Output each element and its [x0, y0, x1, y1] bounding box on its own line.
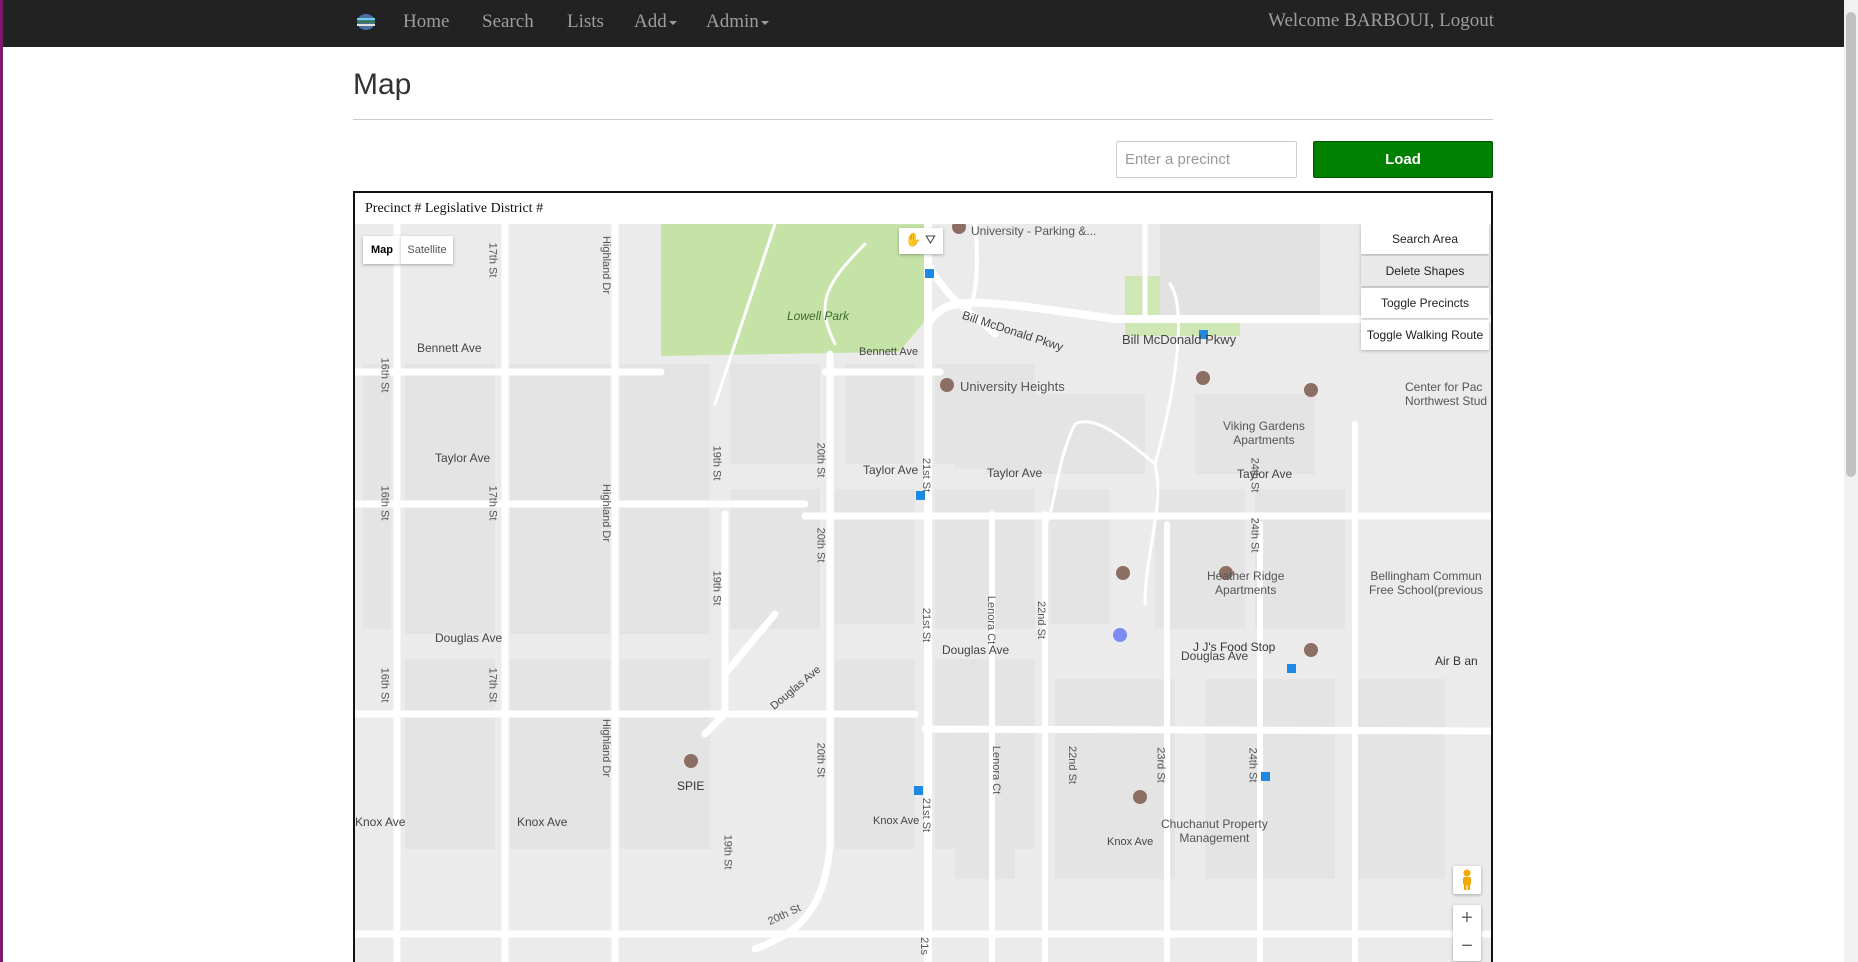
page-title: Map: [353, 68, 412, 101]
map-type-satellite-button[interactable]: Satellite: [401, 236, 453, 264]
street-label: 20th St: [814, 527, 827, 563]
street-label: Bennett Ave: [859, 346, 919, 358]
street-label: Taylor Ave: [863, 463, 919, 477]
precinct-input[interactable]: [1116, 141, 1297, 178]
map-panel: Precinct # Legislative District # Bennet…: [353, 191, 1493, 962]
zoom-out-button[interactable]: −: [1453, 933, 1481, 961]
street-label: 19th St: [710, 570, 723, 606]
place-label-line: Chuchanut Property: [1161, 817, 1268, 831]
street-label: 17th St: [486, 242, 499, 278]
street-label: 19th St: [710, 445, 723, 481]
street-label: 17th St: [486, 485, 499, 521]
street-label: 22nd St: [1034, 601, 1047, 639]
street-label: Taylor Ave: [987, 466, 1043, 480]
street-label: Douglas Ave: [942, 643, 1010, 657]
window-edge: [0, 0, 3, 962]
street-label: 22nd St: [1065, 746, 1078, 784]
place-label-line: Bellingham Commun: [1370, 569, 1482, 583]
street-label: 19th St: [721, 834, 734, 870]
place-label: University - Parking &...: [971, 224, 1097, 238]
park-label: Lowell Park: [787, 309, 850, 323]
drawing-toolbar: ✋ ⛛: [899, 228, 943, 254]
street-label: 16th St: [378, 357, 391, 393]
street-label: 20th St: [814, 442, 827, 478]
place-label: Air B an: [1435, 654, 1478, 668]
brand-logo-icon[interactable]: [356, 13, 376, 31]
delete-shapes-button[interactable]: Delete Shapes: [1361, 256, 1489, 286]
map-graphic[interactable]: [355, 224, 1491, 962]
top-navbar: Home Search Lists Add Admin Welcome BARB…: [3, 0, 1844, 47]
street-view-pegman-icon[interactable]: [1453, 866, 1481, 894]
place-label-line: Center for Pac: [1405, 380, 1483, 394]
place-label-line: Northwest Stud: [1405, 394, 1488, 408]
nav-home[interactable]: Home: [403, 11, 449, 33]
place-label: Heather Ridge Apartments: [1207, 569, 1284, 597]
place-label: Viking Gardens Apartments: [1223, 419, 1305, 447]
welcome-area: Welcome BARBOUI, Logout: [1268, 10, 1494, 32]
place-label: University Heights: [960, 379, 1065, 394]
nav-search[interactable]: Search: [482, 11, 534, 33]
nav-admin-label: Admin: [706, 11, 759, 32]
load-button[interactable]: Load: [1313, 141, 1493, 178]
caret-down-icon: [760, 20, 769, 25]
place-label: J J's Food Stop: [1193, 640, 1276, 654]
street-label: 24th St: [1246, 747, 1259, 783]
street-label: 24th St: [1248, 457, 1261, 493]
street-label: Taylor Ave: [435, 451, 491, 465]
place-label-line: Apartments: [1233, 433, 1295, 447]
street-label: 16th St: [378, 485, 391, 521]
place-label-line: Viking Gardens: [1223, 419, 1305, 433]
street-label: 21s: [917, 937, 930, 955]
place-label-line: Heather Ridge: [1207, 569, 1285, 583]
map-type-map-button[interactable]: Map: [363, 236, 401, 264]
map-info-header: Precinct # Legislative District #: [365, 201, 544, 216]
street-label: Knox Ave: [517, 815, 568, 829]
street-label: Knox Ave: [1107, 836, 1154, 848]
zoom-control: + −: [1453, 905, 1481, 961]
street-label: Bill McDonald Pkwy: [1122, 332, 1237, 347]
divider: [353, 119, 1493, 120]
logout-link[interactable]: Logout: [1439, 10, 1494, 31]
map-canvas[interactable]: Bennett Ave Bennett Ave Taylor Ave Taylo…: [355, 224, 1491, 962]
street-label: 21st St: [920, 457, 933, 493]
street-label: 21st St: [920, 607, 933, 643]
street-label: Taylor Ave: [1237, 467, 1293, 481]
street-label: Douglas Ave: [435, 631, 503, 645]
polygon-draw-icon[interactable]: ⛛: [925, 232, 936, 248]
street-label: Knox Ave: [355, 815, 406, 829]
street-label: Highland Dr: [600, 483, 613, 543]
place-label-line: Apartments: [1215, 583, 1277, 597]
street-label: 24th St: [1248, 517, 1261, 553]
toggle-walking-route-button[interactable]: Toggle Walking Route: [1361, 320, 1489, 350]
zoom-in-button[interactable]: +: [1453, 905, 1481, 933]
nav-lists[interactable]: Lists: [567, 11, 604, 33]
street-label: Lenora Ct: [985, 595, 998, 645]
street-label: 23rd St: [1154, 747, 1167, 783]
nav-add-dropdown[interactable]: Add: [634, 11, 677, 33]
page-scrollbar[interactable]: [1844, 0, 1858, 962]
street-label: Lenora Ct: [990, 745, 1003, 795]
street-label: Bennett Ave: [417, 341, 482, 355]
street-label: Knox Ave: [873, 815, 920, 827]
place-label: Bellingham Commun Free School(previous: [1369, 569, 1483, 597]
street-label: 20th St: [814, 742, 827, 778]
welcome-text: Welcome BARBOUI,: [1268, 10, 1435, 31]
search-area-button[interactable]: Search Area: [1361, 224, 1489, 254]
place-label: Center for Pac Northwest Stud: [1405, 380, 1487, 408]
street-label: 17th St: [486, 667, 499, 703]
place-label-line: Management: [1179, 831, 1250, 845]
place-label-line: Free School(previous: [1369, 583, 1484, 597]
caret-down-icon: [668, 20, 677, 25]
street-label: 16th St: [378, 667, 391, 703]
street-label: Highland Dr: [600, 235, 613, 295]
street-label: Highland Dr: [600, 718, 613, 778]
hand-pan-icon[interactable]: ✋: [905, 232, 921, 248]
nav-admin-dropdown[interactable]: Admin: [706, 11, 769, 33]
place-label: SPIE: [677, 779, 705, 793]
scrollbar-thumb[interactable]: [1846, 12, 1856, 477]
place-label: Chuchanut Property Management: [1161, 817, 1268, 845]
toggle-precincts-button[interactable]: Toggle Precincts: [1361, 288, 1489, 318]
nav-add-label: Add: [634, 11, 667, 32]
street-label: 21st St: [920, 797, 933, 833]
